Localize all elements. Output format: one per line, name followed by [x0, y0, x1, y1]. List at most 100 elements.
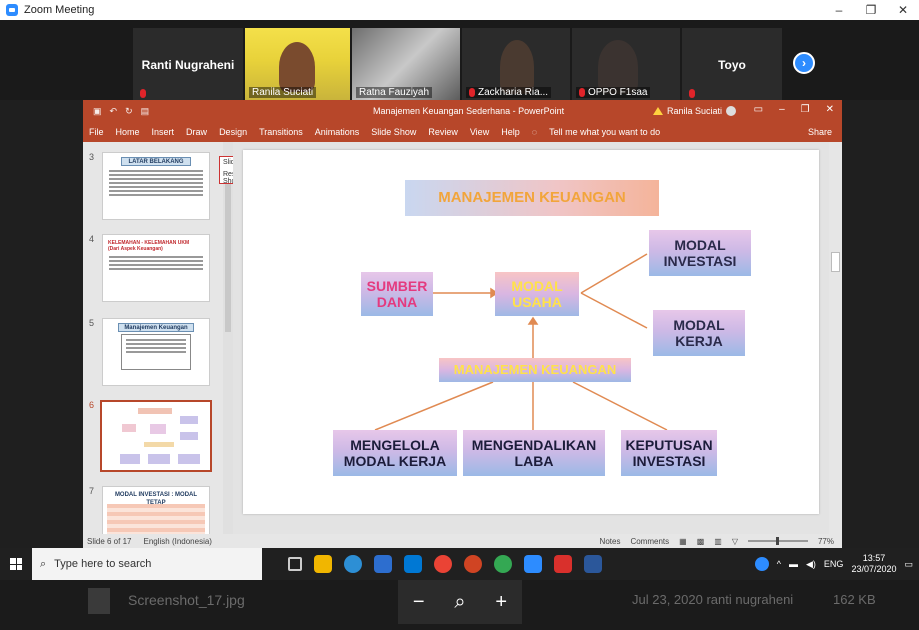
box-mengelola-modal-kerja[interactable]: MENGELOLA MODAL KERJA [333, 430, 457, 476]
slide-title[interactable]: MANAJEMEN KEUANGAN [405, 180, 659, 216]
account-area[interactable]: Ranila Suciati [653, 106, 737, 116]
minimize-button[interactable]: – [823, 0, 855, 20]
tab-view[interactable]: View [470, 127, 489, 137]
store-icon[interactable] [404, 555, 422, 573]
quick-access-toolbar: ▣ ↶ ↻ ▤ [93, 106, 149, 117]
scrollbar-thumb[interactable] [225, 182, 231, 332]
video-tile-toyo[interactable]: Toyo [682, 28, 782, 100]
user-name: Ranila Suciati [667, 106, 723, 116]
slideshow-view-icon[interactable]: ▽ [732, 537, 738, 546]
tab-file[interactable]: File [89, 127, 104, 137]
present-icon[interactable]: ▤ [141, 106, 150, 117]
normal-view-icon[interactable]: ▦ [679, 537, 687, 546]
ppt-restore-button[interactable]: ❐ [801, 104, 810, 115]
word-icon[interactable] [584, 555, 602, 573]
acrobat-icon[interactable] [554, 555, 572, 573]
box-mengendalikan-laba[interactable]: MENGENDALIKAN LABA [463, 430, 605, 476]
restore-button[interactable]: ❐ [855, 0, 887, 20]
clock-time: 13:57 [862, 553, 886, 564]
chrome-icon[interactable] [434, 555, 452, 573]
video-tile-oppo[interactable]: OPPO F1saa [572, 28, 680, 100]
zoom-taskbar-icon[interactable] [524, 555, 542, 573]
taskbar-search-box[interactable]: ⌕ Type here to search [32, 548, 262, 580]
powerpoint-icon[interactable] [464, 555, 482, 573]
video-tile-zackharia[interactable]: Zackharia Ria... [462, 28, 570, 100]
redo-icon[interactable]: ↻ [125, 106, 133, 117]
keyboard-language[interactable]: ENG [824, 559, 844, 569]
tab-home[interactable]: Home [116, 127, 140, 137]
tab-review[interactable]: Review [428, 127, 458, 137]
language-indicator[interactable]: English (Indonesia) [143, 537, 211, 546]
tab-slide-show[interactable]: Slide Show [371, 127, 416, 137]
edge-icon[interactable] [344, 555, 362, 573]
magnifier-icon[interactable]: ⌕ [454, 591, 465, 614]
tab-transitions[interactable]: Transitions [259, 127, 303, 137]
file-name: Screenshot_17.jpg [128, 592, 245, 608]
comments-button[interactable]: Comments [630, 537, 669, 546]
box-modal-usaha[interactable]: MODAL USAHA [495, 272, 579, 316]
box-modal-investasi[interactable]: MODAL INVESTASI [649, 230, 751, 276]
sorter-view-icon[interactable]: ▩ [697, 537, 705, 546]
share-button[interactable]: Share [808, 127, 832, 137]
box-modal-kerja[interactable]: MODAL KERJA [653, 310, 745, 356]
volume-icon[interactable]: ◀) [806, 559, 816, 570]
slide-thumbnail[interactable]: LATAR BELAKANG [102, 152, 210, 220]
ribbon-display-icon[interactable]: ▭ [754, 104, 763, 115]
mic-muted-icon [689, 89, 695, 98]
slide-thumbnail[interactable]: Manajemen Keuangan [102, 318, 210, 386]
windows-logo-icon [10, 558, 22, 570]
save-icon[interactable]: ▣ [93, 106, 102, 117]
tab-design[interactable]: Design [219, 127, 247, 137]
notifications-icon[interactable]: ▭ [904, 559, 913, 570]
next-page-arrow-icon[interactable]: › [793, 52, 815, 74]
video-tile-ratna[interactable]: Ratna Fauziyah [352, 28, 460, 100]
zoom-in-button[interactable]: + [495, 591, 507, 614]
file-explorer-icon[interactable] [314, 555, 332, 573]
file-date-value: Jul 23, 2020 [632, 592, 703, 607]
box-manajemen-keuangan[interactable]: MANAJEMEN KEUANGAN [439, 358, 631, 382]
zoom-tray-icon[interactable] [754, 557, 769, 571]
slide-number: 3 [89, 152, 95, 162]
start-button[interactable] [0, 548, 32, 580]
line-to-mengelola [374, 381, 494, 431]
search-placeholder: Type here to search [54, 558, 152, 570]
zoom-slider[interactable] [747, 537, 808, 545]
chrome-2-icon[interactable] [494, 555, 512, 573]
tab-insert[interactable]: Insert [152, 127, 175, 137]
dropbox-icon[interactable] [374, 555, 392, 573]
taskbar-apps [288, 555, 602, 573]
document-title: Manajemen Keuangan Sederhana - PowerPoin… [373, 106, 565, 116]
thumbnail-title: LATAR BELAKANG [121, 157, 191, 166]
ppt-minimize-button[interactable]: – [779, 104, 785, 115]
tab-draw[interactable]: Draw [186, 127, 207, 137]
reading-view-icon[interactable]: ▥ [714, 537, 722, 546]
mic-muted-icon [140, 89, 146, 98]
tab-animations[interactable]: Animations [315, 127, 360, 137]
notes-button[interactable]: Notes [600, 537, 621, 546]
network-icon[interactable]: ▬ [789, 559, 798, 569]
zoom-out-button[interactable]: − [413, 591, 425, 614]
tab-help[interactable]: Help [501, 127, 520, 137]
current-slide[interactable]: MANAJEMEN KEUANGAN SUMBER DANA MODAL USA… [243, 150, 819, 514]
close-button[interactable]: ✕ [887, 0, 919, 20]
box-keputusan-investasi[interactable]: KEPUTUSAN INVESTASI [621, 430, 717, 476]
avatar [726, 106, 737, 116]
slide-thumbnail[interactable]: KELEMAHAN - KELEMAHAN UKM (Dari Aspek Ke… [102, 234, 210, 302]
thumbnails-scrollbar[interactable] [223, 142, 233, 534]
task-view-icon[interactable] [288, 557, 302, 571]
undo-icon[interactable]: ↶ [110, 106, 118, 117]
slide-thumbnail[interactable]: MODAL INVESTASI : MODAL TETAP [102, 486, 210, 534]
tell-me-search[interactable]: Tell me what you want to do [549, 127, 660, 137]
slide-scrollbar[interactable] [829, 142, 842, 534]
video-tile-ranila[interactable]: Ranila Suciati [245, 28, 350, 100]
slide-number: 7 [89, 486, 95, 496]
participant-name-tag: OPPO F1saa [576, 87, 651, 98]
ppt-close-button[interactable]: ✕ [826, 104, 834, 115]
scrollbar-thumb[interactable] [831, 252, 840, 272]
slide-thumbnail-selected[interactable] [100, 400, 212, 472]
mute-status [686, 89, 698, 98]
video-tile-ranti[interactable]: Ranti Nugraheni [133, 28, 243, 100]
box-sumber-dana[interactable]: SUMBER DANA [361, 272, 433, 316]
taskbar-clock[interactable]: 13:57 23/07/2020 [851, 553, 896, 575]
tray-chevron-icon[interactable]: ^ [777, 559, 781, 569]
